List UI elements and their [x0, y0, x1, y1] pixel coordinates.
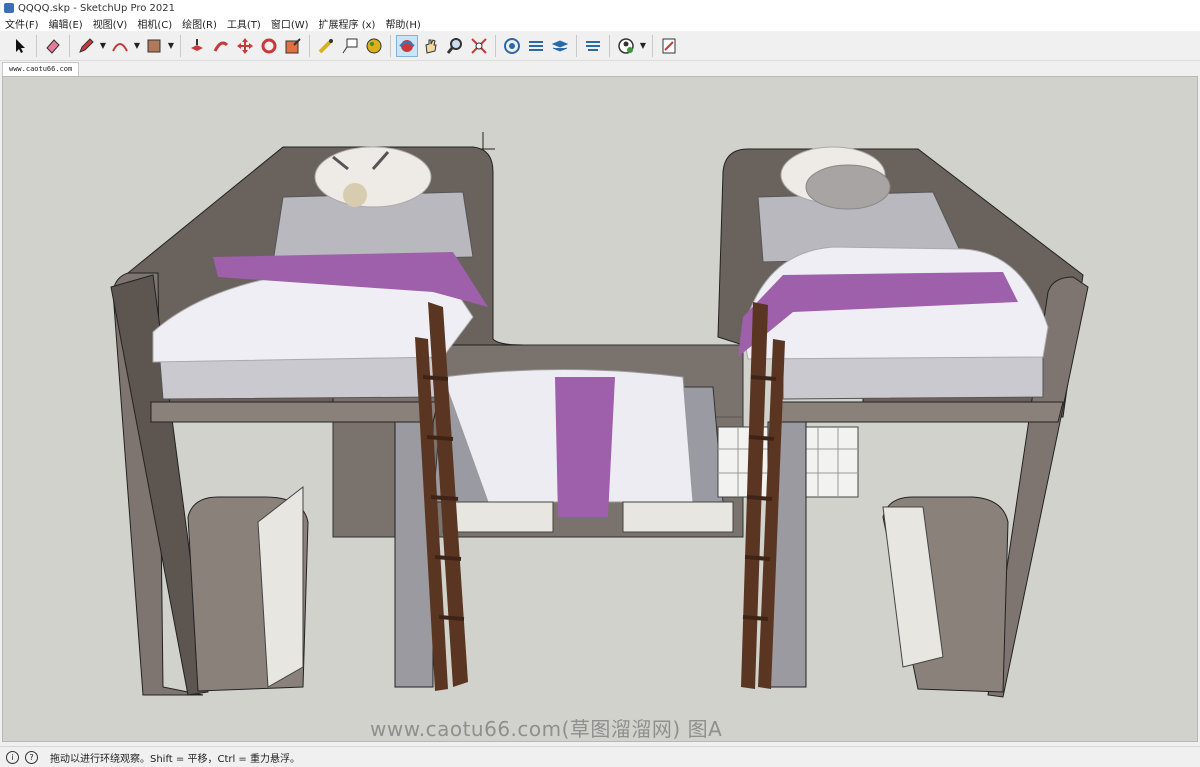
- tape-measure-icon[interactable]: [315, 35, 337, 57]
- chevron-down-icon[interactable]: ▼: [166, 41, 176, 50]
- zoom-extents-icon[interactable]: [468, 35, 490, 57]
- chevron-down-icon[interactable]: ▼: [132, 41, 142, 50]
- scene-tab[interactable]: www.caotu66.com: [2, 62, 80, 76]
- toolbar-separator: [69, 34, 70, 57]
- chevron-down-icon[interactable]: ▼: [98, 41, 108, 50]
- status-text: 拖动以进行环绕观察。Shift = 平移，Ctrl = 重力悬浮。: [50, 753, 300, 765]
- follow-me-icon[interactable]: [210, 35, 232, 57]
- menu-file[interactable]: 文件(F): [0, 16, 44, 31]
- toolbar-separator: [180, 34, 181, 57]
- toolbar-separator: [576, 34, 577, 57]
- select-icon[interactable]: [9, 35, 31, 57]
- instructor-icon[interactable]: ?: [25, 750, 38, 764]
- model-viewport[interactable]: [2, 76, 1198, 742]
- status-bar: i ? 拖动以进行环绕观察。Shift = 平移，Ctrl = 重力悬浮。: [0, 746, 1200, 767]
- warehouse-icon[interactable]: [501, 35, 523, 57]
- scale-icon[interactable]: [282, 35, 304, 57]
- menu-extensions[interactable]: 扩展程序 (x): [314, 16, 381, 31]
- menu-edit[interactable]: 编辑(E): [44, 16, 88, 31]
- toolbar-separator: [390, 34, 391, 57]
- menu-view[interactable]: 视图(V): [88, 16, 133, 31]
- move-icon[interactable]: [234, 35, 256, 57]
- toolbar-separator: [609, 34, 610, 57]
- paint-bucket-icon[interactable]: [143, 35, 165, 57]
- sandbox-icon[interactable]: [658, 35, 680, 57]
- toolbar-separator: [652, 34, 653, 57]
- main-toolbar: ▼ ▼ ▼ ▼: [0, 31, 1200, 61]
- text-icon[interactable]: [339, 35, 361, 57]
- scene-tab-row: www.caotu66.com: [0, 61, 1200, 76]
- menu-bar: 文件(F) 编辑(E) 视图(V) 相机(C) 绘图(R) 工具(T) 窗口(W…: [0, 16, 1200, 31]
- menu-help[interactable]: 帮助(H): [380, 16, 425, 31]
- window-title: QQQQ.skp - SketchUp Pro 2021: [18, 2, 176, 14]
- watermark-text: www.caotu66.com(草图溜溜网) 图A: [370, 717, 723, 741]
- title-bar: QQQQ.skp - SketchUp Pro 2021: [0, 0, 1200, 16]
- rotate-icon[interactable]: [258, 35, 280, 57]
- chevron-down-icon[interactable]: ▼: [638, 41, 648, 50]
- menu-tools[interactable]: 工具(T): [222, 16, 266, 31]
- toolbar-separator: [309, 34, 310, 57]
- info-icon[interactable]: i: [6, 750, 19, 764]
- arc-icon[interactable]: [109, 35, 131, 57]
- extension-warehouse-icon[interactable]: [525, 35, 547, 57]
- eraser-icon[interactable]: [42, 35, 64, 57]
- user-icon[interactable]: [615, 35, 637, 57]
- layers-icon[interactable]: [549, 35, 571, 57]
- pencil-icon[interactable]: [75, 35, 97, 57]
- orbit-icon[interactable]: [396, 34, 418, 57]
- sketchup-icon: [4, 3, 14, 13]
- zoom-icon[interactable]: [444, 35, 466, 57]
- menu-draw[interactable]: 绘图(R): [177, 16, 222, 31]
- paint-icon[interactable]: [363, 35, 385, 57]
- pan-icon[interactable]: [420, 35, 442, 57]
- menu-window[interactable]: 窗口(W): [266, 16, 314, 31]
- toolbar-separator: [495, 34, 496, 57]
- push-pull-icon[interactable]: [186, 35, 208, 57]
- toolbar-separator: [36, 34, 37, 57]
- bunk-bed-model: [110, 132, 1089, 698]
- styles-icon[interactable]: [582, 35, 604, 57]
- menu-camera[interactable]: 相机(C): [132, 16, 177, 31]
